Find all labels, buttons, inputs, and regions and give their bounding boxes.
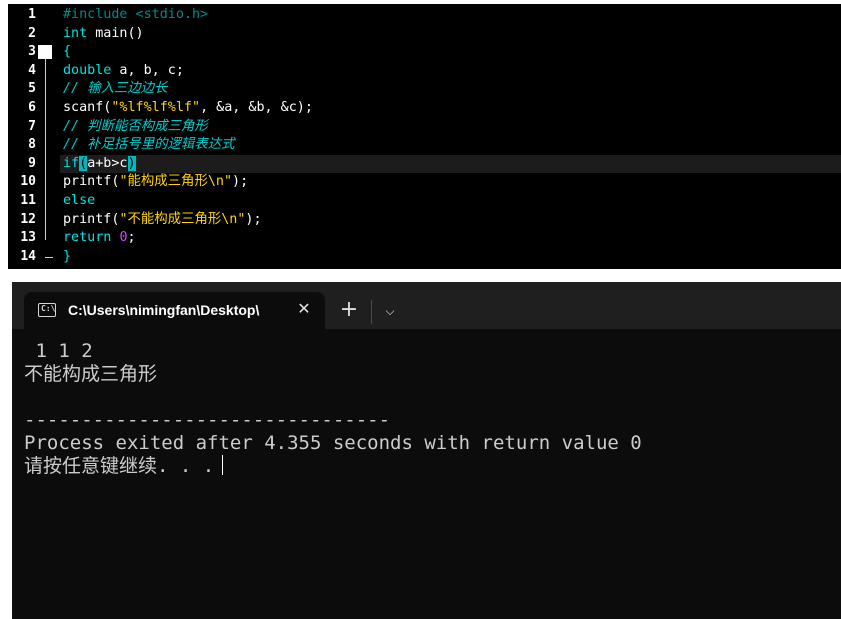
terminal-tab-bar: C:\ C:\Users\nimingfan\Desktop\ ✕ + ⌵: [12, 282, 841, 329]
code-token: if: [63, 155, 80, 171]
terminal-output-line: 不能构成三角形: [24, 363, 157, 386]
line-number: 3: [28, 44, 36, 60]
code-token: // 输入三边边长: [63, 81, 168, 97]
new-tab-button[interactable]: +: [338, 299, 360, 322]
current-line-highlight: [60, 154, 841, 173]
text-cursor: [222, 455, 224, 475]
line-number: 11: [20, 193, 36, 208]
fold-guide-line: [45, 59, 46, 241]
terminal-output-text: 1 1 2: [24, 340, 93, 362]
code-token: double: [63, 62, 112, 78]
terminal-output-text: 请按任意键继续. . .: [24, 455, 215, 477]
code-token: int: [63, 25, 88, 41]
line-number: 14: [20, 248, 36, 264]
code-token: "%lf%lf%lf": [111, 100, 201, 115]
fold-marker-icon[interactable]: [38, 45, 52, 60]
code-line[interactable]: double a, b, c;: [63, 62, 184, 81]
code-token: // 判断能否构成三角形: [63, 118, 208, 134]
code-token: (: [79, 155, 88, 171]
code-token: );: [245, 211, 262, 227]
terminal-output-text: Process exited after 4.355 seconds with …: [24, 432, 642, 454]
tab-separator: [371, 300, 372, 324]
code-line[interactable]: if(a+b>c): [63, 155, 136, 174]
code-token: 0: [119, 230, 128, 246]
terminal-tab[interactable]: C:\ C:\Users\nimingfan\Desktop\ ✕: [24, 292, 325, 329]
line-number: 2: [28, 25, 36, 41]
code-line[interactable]: // 补足括号里的逻辑表达式: [63, 136, 234, 155]
terminal-output-text: --------------------------------: [24, 409, 391, 431]
line-number: 13: [20, 230, 36, 246]
line-number: 6: [28, 100, 36, 115]
terminal-output-line: Process exited after 4.355 seconds with …: [24, 432, 642, 455]
line-number-gutter: 1 2 3 4 5 6 7 8 9 10 11 12 13 14: [8, 4, 60, 269]
tab-title: C:\Users\nimingfan\Desktop\: [68, 302, 260, 318]
code-token: "能构成三角形\n": [119, 174, 233, 190]
code-token: else: [63, 193, 96, 208]
line-number: 5: [28, 81, 36, 97]
code-line[interactable]: else: [63, 192, 95, 211]
code-token: main(): [87, 25, 144, 41]
line-number: 8: [28, 137, 36, 153]
code-token: ;: [127, 230, 136, 246]
code-line[interactable]: printf("不能构成三角形\n");: [63, 211, 262, 230]
terminal-icon: C:\: [38, 303, 56, 317]
chevron-down-icon[interactable]: ⌵: [379, 300, 401, 322]
code-line[interactable]: return 0;: [63, 229, 136, 248]
code-line[interactable]: #include <stdio.h>: [63, 6, 208, 25]
code-token: ): [127, 155, 136, 171]
code-token: scanf(: [63, 100, 112, 115]
code-line[interactable]: printf("能构成三角形\n");: [63, 173, 248, 192]
code-token: );: [232, 174, 249, 190]
code-token: return: [63, 230, 112, 246]
terminal-output-line: 1 1 2: [24, 340, 93, 363]
fold-guide-end: [45, 256, 53, 258]
code-token: }: [63, 248, 72, 264]
terminal-output-line: --------------------------------: [24, 409, 390, 432]
line-number: 12: [20, 211, 36, 227]
code-token: , &a, &b, &c);: [200, 100, 313, 115]
code-token: a+b>c: [87, 155, 128, 171]
code-token: #include <stdio.h>: [63, 7, 209, 22]
close-icon[interactable]: ✕: [294, 299, 314, 319]
code-line[interactable]: {: [63, 43, 71, 62]
code-line[interactable]: scanf("%lf%lf%lf", &a, &b, &c);: [63, 99, 313, 118]
code-line[interactable]: // 判断能否构成三角形: [63, 118, 208, 137]
line-number: 1: [28, 7, 36, 22]
line-number: 9: [28, 155, 36, 171]
line-number: 4: [28, 62, 36, 78]
line-number: 7: [28, 118, 36, 134]
code-token: printf(: [63, 211, 120, 227]
code-token: printf(: [63, 174, 120, 190]
code-token: "不能构成三角形\n": [119, 211, 246, 227]
code-line[interactable]: int main(): [63, 25, 144, 44]
code-line[interactable]: }: [63, 248, 71, 267]
code-token: {: [63, 44, 72, 60]
line-number: 10: [20, 174, 36, 190]
terminal-output-line: 请按任意键继续. . .: [24, 455, 224, 478]
code-token: a, b, c;: [111, 62, 184, 78]
terminal-window[interactable]: C:\ C:\Users\nimingfan\Desktop\ ✕ + ⌵ 1 …: [12, 282, 841, 619]
code-editor[interactable]: 1 2 3 4 5 6 7 8 9 10 11 12 13 14 #include <stdio.h> in…: [8, 4, 841, 269]
terminal-icon-label: C:\: [41, 304, 56, 313]
terminal-output-text: 不能构成三角形: [24, 363, 158, 385]
code-line[interactable]: // 输入三边边长: [63, 80, 168, 99]
code-token: // 补足括号里的逻辑表达式: [63, 137, 235, 153]
